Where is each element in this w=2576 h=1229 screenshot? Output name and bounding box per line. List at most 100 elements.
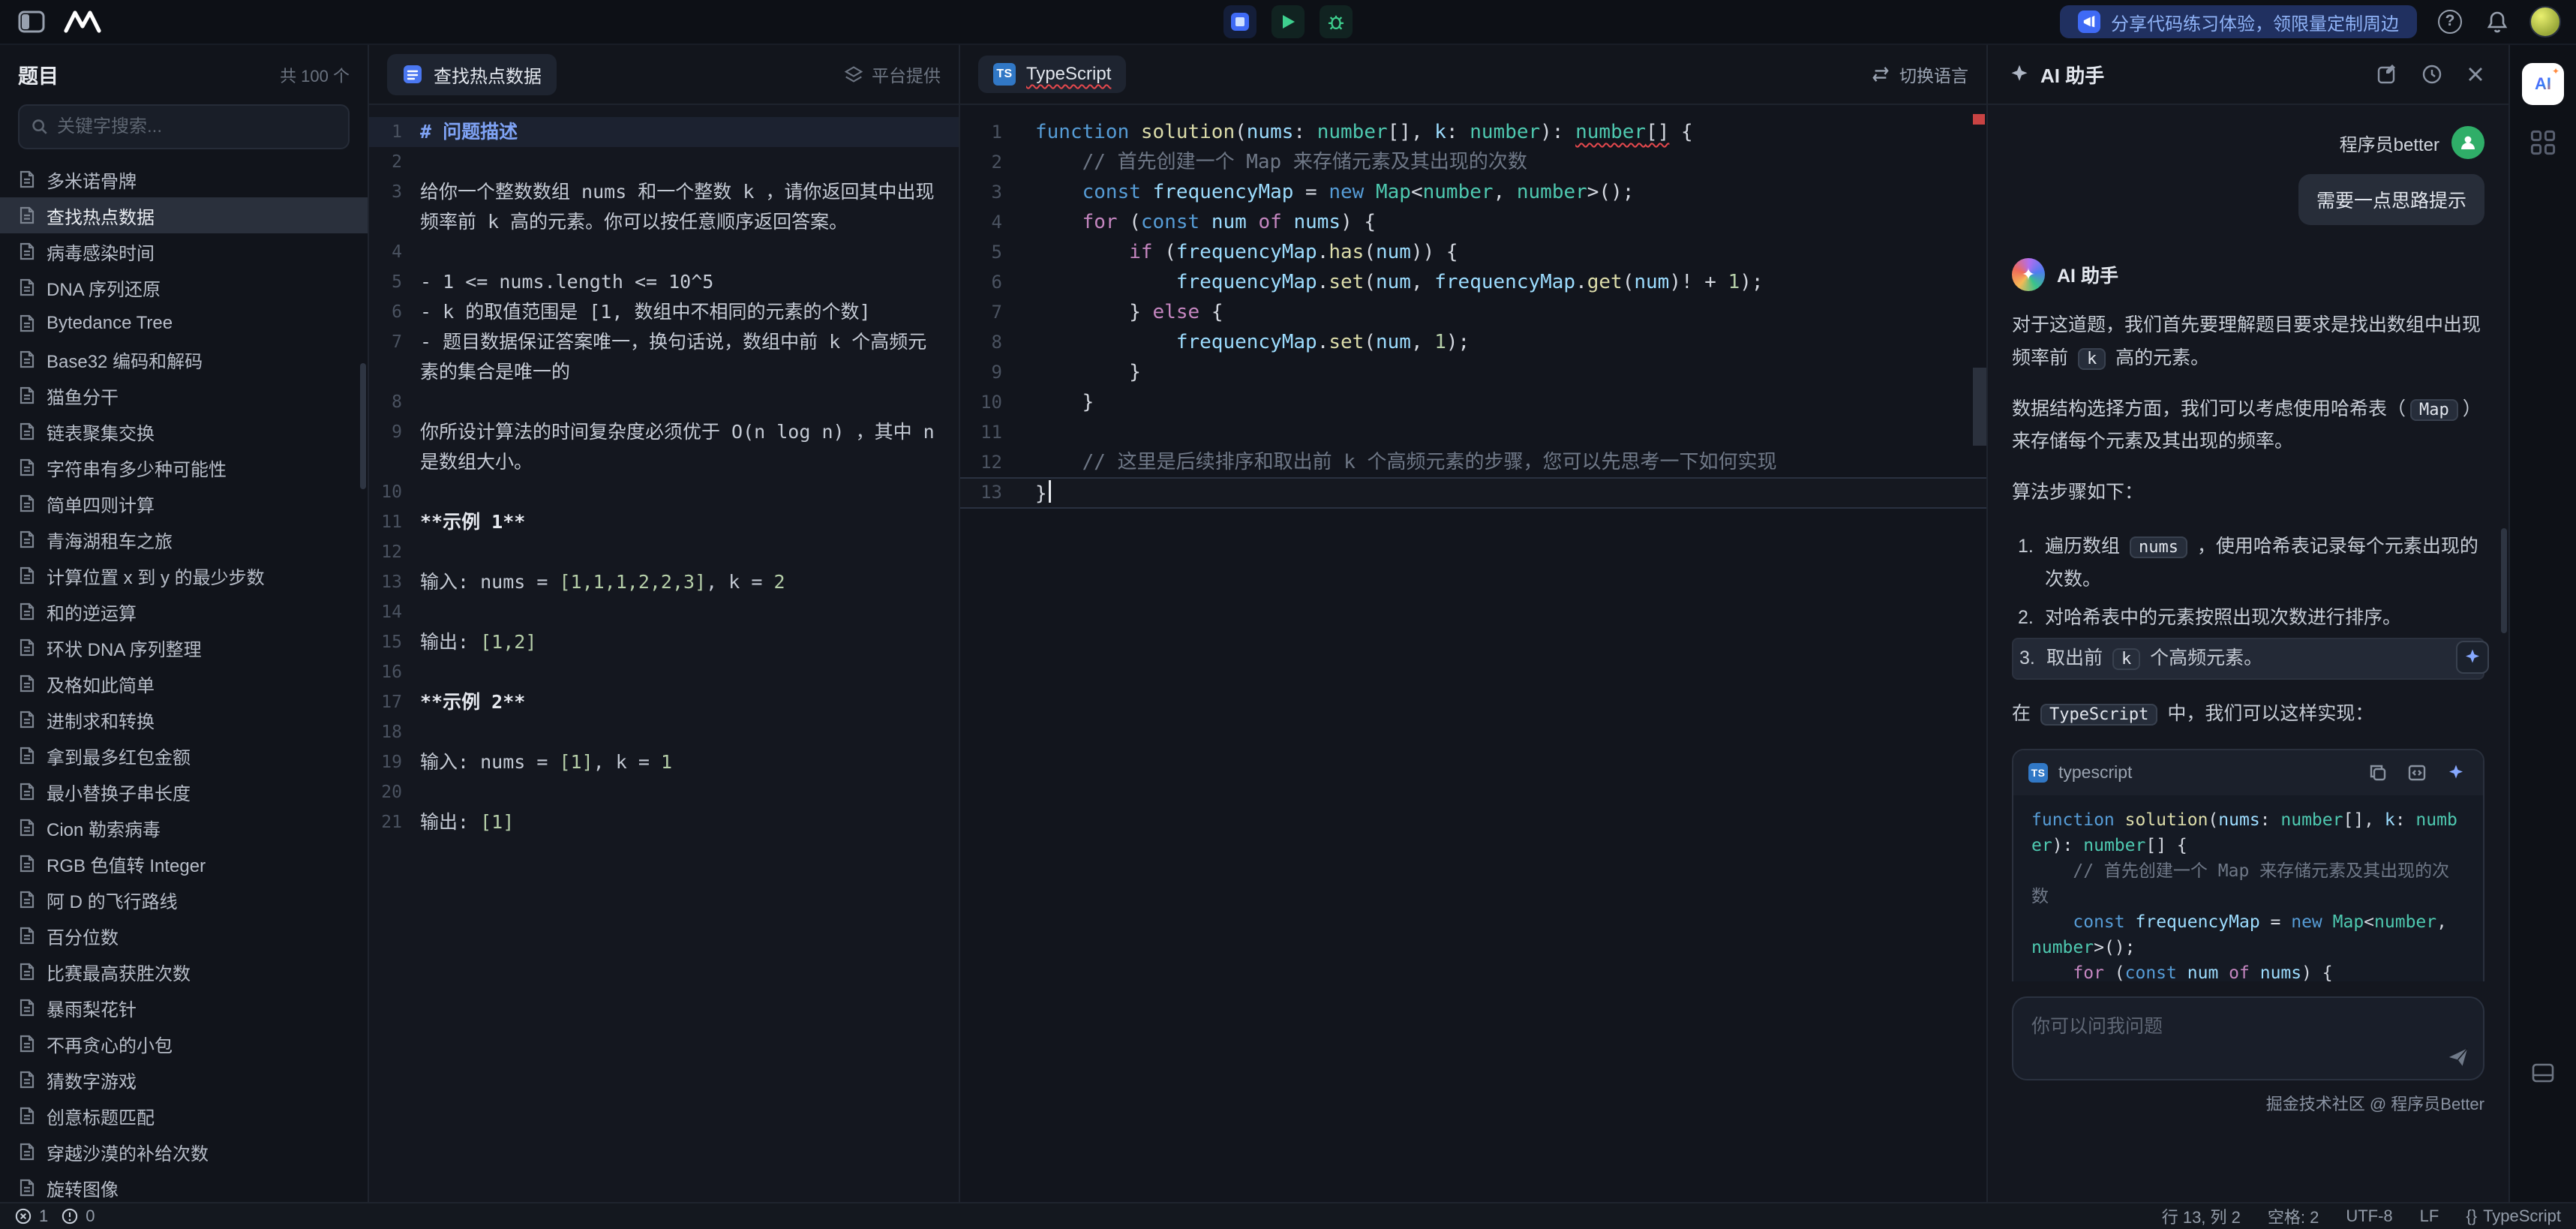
problems-status[interactable]: 1 0 [15, 1206, 95, 1226]
description-line: 1# 问题描述 [369, 117, 959, 147]
ai-scrollbar[interactable] [2501, 528, 2507, 633]
panel-button[interactable] [1223, 5, 1256, 38]
promo-banner[interactable]: 分享代码练习体验，领限量定制周边 [2060, 5, 2417, 38]
sidebar-scrollbar[interactable] [360, 363, 366, 489]
sidebar-item[interactable]: 拿到最多红包金额 [0, 738, 368, 774]
sidebar-item[interactable]: 字符串有多少种可能性 [0, 449, 368, 485]
sidebar-item-label: 病毒感染时间 [47, 239, 155, 265]
editor-line: 11 [960, 417, 1986, 447]
editor-scrollbar[interactable] [1973, 368, 1986, 446]
sidebar-item[interactable]: 青海湖租车之旅 [0, 521, 368, 557]
sidebar-item[interactable]: 链表聚集交换 [0, 413, 368, 449]
sidebar-item[interactable]: 病毒感染时间 [0, 233, 368, 269]
insert-code-button[interactable] [2405, 761, 2429, 785]
line-number: 16 [369, 657, 420, 687]
code-text: // 这里是后续排序和取出前 k 个高频元素的步骤，您可以先思考一下如何实现 [1035, 447, 1777, 477]
new-chat-button[interactable] [2373, 61, 2400, 88]
description-text: - 1 <= nums.length <= 10^5 [420, 267, 959, 297]
sidebar-item[interactable]: 不再贪心的小包 [0, 1026, 368, 1062]
editor-body[interactable]: 1function solution(nums: number[], k: nu… [960, 105, 1986, 1202]
sidebar-item[interactable]: Bytedance Tree [0, 305, 368, 341]
sidebar-item[interactable]: 阿 D 的飞行路线 [0, 882, 368, 918]
description-text [420, 777, 959, 807]
document-icon [18, 674, 36, 693]
sidebar-item-label: 及格如此简单 [47, 671, 155, 697]
sidebar-item[interactable]: 百分位数 [0, 918, 368, 954]
sidebar-item-label: 不再贪心的小包 [47, 1031, 173, 1057]
description-line: 20 [369, 777, 959, 807]
sidebar-item[interactable]: 暴雨梨花针 [0, 990, 368, 1026]
ai-conversation: 程序员better 需要一点思路提示 ✦ AI 助手 对于这道题，我们首先要理解… [1988, 105, 2508, 981]
ai-header: AI 助手 [1988, 45, 2508, 105]
description-line: 12 [369, 537, 959, 567]
description-text: - k 的取值范围是 [1, 数组中不相同的元素的个数] [420, 297, 959, 327]
sidebar-item[interactable]: 猫鱼分干 [0, 377, 368, 413]
user-message-row: 需要一点思路提示 [2012, 174, 2484, 225]
run-button[interactable] [1271, 5, 1305, 38]
sidebar-item-label: 环状 DNA 序列整理 [47, 635, 202, 661]
indent-status[interactable]: 空格: 2 [2268, 1204, 2319, 1228]
sidebar-item[interactable]: 最小替换子串长度 [0, 774, 368, 810]
sidebar-item[interactable]: 简单四则计算 [0, 485, 368, 521]
close-ai-button[interactable] [2463, 62, 2487, 86]
sidebar-item[interactable]: Cion 勒索病毒 [0, 810, 368, 846]
sidebar-item[interactable]: 计算位置 x 到 y 的最少步数 [0, 557, 368, 593]
ai-question-input[interactable] [2013, 998, 2483, 1079]
sidebar-item[interactable]: DNA 序列还原 [0, 269, 368, 305]
step-sparkle-button[interactable] [2456, 641, 2489, 674]
help-button[interactable]: ? [2435, 7, 2465, 37]
description-text: **示例 1** [420, 507, 959, 537]
sidebar-item[interactable]: 比赛最高获胜次数 [0, 954, 368, 990]
eol-status[interactable]: LF [2420, 1206, 2439, 1226]
sidebar-item[interactable]: 查找热点数据 [0, 197, 368, 233]
apps-activity-button[interactable] [2529, 129, 2556, 156]
sidebar-item[interactable]: Base32 编码和解码 [0, 341, 368, 377]
editor-tab[interactable]: TS TypeScript [978, 56, 1126, 93]
ai-step-item: 1.遍历数组 nums ，使用哈希表记录每个元素出现的次数。 [2012, 527, 2484, 599]
sidebar-item[interactable]: 旋转图像 [0, 1170, 368, 1202]
sidebar-item[interactable]: 和的逆运算 [0, 593, 368, 630]
search-input[interactable] [57, 116, 336, 137]
cursor-position-status[interactable]: 行 13, 列 2 [2162, 1204, 2241, 1228]
encoding-status[interactable]: UTF-8 [2346, 1206, 2392, 1226]
copy-code-button[interactable] [2366, 761, 2390, 785]
notifications-button[interactable] [2483, 7, 2511, 37]
typescript-badge-icon: TS [993, 63, 1016, 86]
history-button[interactable] [2418, 61, 2445, 88]
apps-grid-icon [2529, 129, 2556, 156]
sidebar-item[interactable]: 及格如此简单 [0, 666, 368, 702]
send-button[interactable] [2447, 1046, 2469, 1068]
description-tab[interactable]: 查找热点数据 [387, 54, 557, 95]
sidebar-item[interactable]: 多米诺骨牌 [0, 161, 368, 197]
description-text: 输出: [1,2] [420, 627, 959, 657]
sidebar-item[interactable]: 进制求和转换 [0, 702, 368, 738]
sidebar-item[interactable]: 环状 DNA 序列整理 [0, 630, 368, 666]
editor-line: 12 // 这里是后续排序和取出前 k 个高频元素的步骤，您可以先思考一下如何实… [960, 447, 1986, 477]
language-status[interactable]: {} TypeScript [2466, 1206, 2561, 1226]
document-icon [18, 242, 36, 261]
step-text: 对哈希表中的元素按照出现次数进行排序。 [2045, 602, 2401, 635]
line-number: 11 [369, 507, 420, 537]
sidebar-item[interactable]: 创意标题匹配 [0, 1098, 368, 1134]
sidebar-item-label: Cion 勒索病毒 [47, 815, 161, 841]
document-icon [18, 890, 36, 909]
document-icon [18, 494, 36, 513]
code-text: } [1035, 477, 1051, 509]
ai-assistant-activity-button[interactable]: AI ✦ [2522, 63, 2564, 105]
topbar-right: 分享代码练习体验，领限量定制周边 ? [2060, 5, 2561, 38]
editor-line: 4 for (const num of nums) { [960, 207, 1986, 237]
sidebar-item[interactable]: 猜数字游戏 [0, 1062, 368, 1098]
sidebar-item[interactable]: 穿越沙漠的补给次数 [0, 1134, 368, 1170]
sidebar-item-label: 进制求和转换 [47, 707, 155, 733]
sidebar-item-label: 最小替换子串长度 [47, 779, 191, 805]
debug-button[interactable] [1320, 5, 1353, 38]
ai-apply-button[interactable] [2444, 761, 2468, 785]
document-icon [18, 422, 36, 441]
layout-toggle-button[interactable] [2531, 1061, 2555, 1085]
sidebar-item[interactable]: RGB 色值转 Integer [0, 846, 368, 882]
line-number: 4 [369, 237, 420, 267]
user-avatar[interactable] [2529, 6, 2561, 38]
switch-language-button[interactable]: 切换语言 [1871, 62, 1968, 87]
sidebar-toggle-button[interactable] [15, 7, 48, 37]
document-icon [18, 710, 36, 729]
